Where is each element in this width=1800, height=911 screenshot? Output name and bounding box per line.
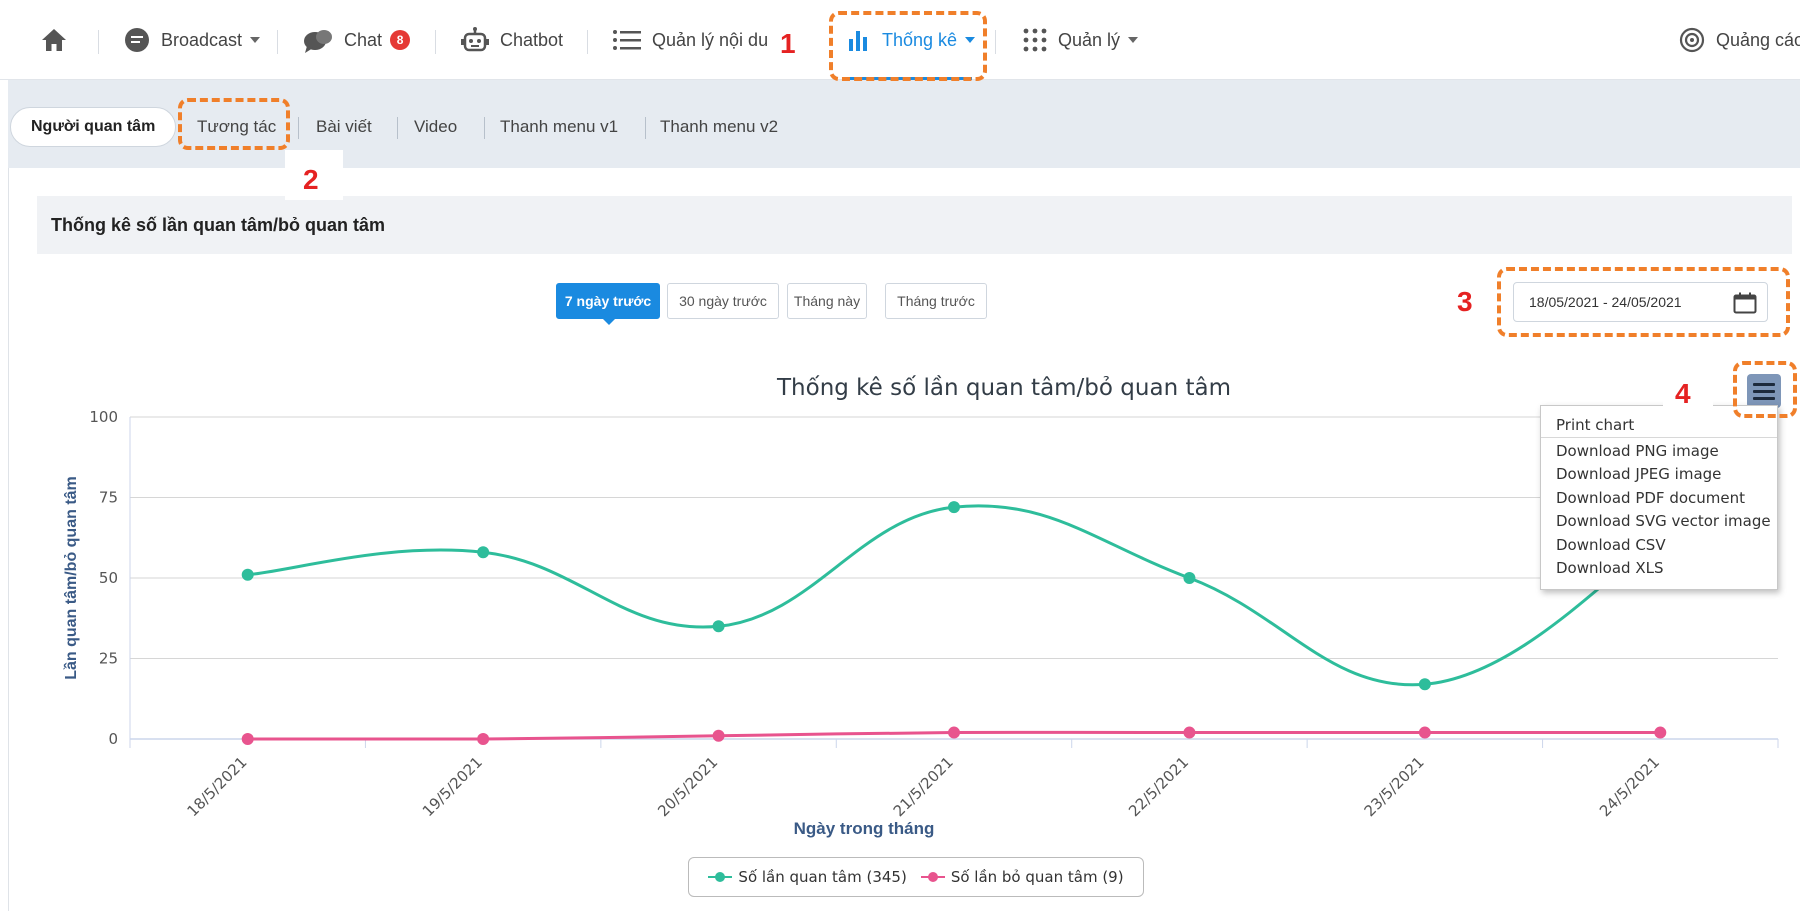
data-point bbox=[1654, 726, 1667, 739]
annotation-box-1 bbox=[829, 11, 987, 81]
data-point bbox=[712, 620, 725, 633]
nav-chatbot[interactable]: Chatbot bbox=[460, 0, 563, 80]
nav-content-management-label: Quản lý nội du bbox=[652, 29, 769, 50]
export-csv[interactable]: Download CSV bbox=[1541, 534, 1777, 558]
annotation-number-2: 2 bbox=[303, 164, 319, 195]
nav-broadcast[interactable]: Broadcast bbox=[123, 0, 261, 80]
export-jpeg[interactable]: Download JPEG image bbox=[1541, 463, 1777, 487]
y-tick-label: 100 bbox=[89, 408, 118, 426]
active-range-pointer bbox=[602, 318, 616, 325]
x-tick-label: 24/5/2021 bbox=[1596, 753, 1663, 820]
chat-icon bbox=[302, 26, 334, 54]
data-point bbox=[1183, 572, 1196, 584]
tab-posts[interactable]: Bài viết bbox=[316, 112, 372, 142]
annotation-box-2 bbox=[178, 98, 290, 150]
y-tick-label: 0 bbox=[108, 730, 118, 748]
legend-label-follow: Số lần quan tâm (345) bbox=[738, 868, 907, 886]
nav-chat-label: Chat bbox=[344, 29, 383, 50]
export-png[interactable]: Download PNG image bbox=[1541, 440, 1777, 464]
list-icon bbox=[612, 29, 642, 51]
tab-menu-v1[interactable]: Thanh menu v1 bbox=[500, 112, 618, 142]
broadcast-icon bbox=[123, 26, 151, 54]
annotation-box-4 bbox=[1733, 361, 1797, 418]
data-point bbox=[712, 729, 725, 742]
robot-icon bbox=[460, 26, 490, 54]
chevron-down-icon bbox=[1128, 37, 1139, 43]
nav-manage[interactable]: Quản lý bbox=[1022, 0, 1139, 80]
annotation-box-3 bbox=[1497, 267, 1790, 337]
annotation-number-3: 3 bbox=[1457, 286, 1473, 317]
y-tick-label: 75 bbox=[99, 489, 118, 507]
range-last-month-button[interactable]: Tháng trước bbox=[885, 283, 987, 319]
data-point bbox=[477, 733, 490, 745]
data-point bbox=[477, 546, 490, 559]
data-point bbox=[948, 726, 960, 739]
data-point bbox=[1183, 726, 1196, 739]
annotation-number-1: 1 bbox=[780, 28, 796, 59]
nav-ads[interactable]: Quảng cáo bbox=[1678, 0, 1800, 80]
tab-followers[interactable]: Người quan tâm bbox=[10, 107, 177, 147]
data-point bbox=[241, 733, 254, 745]
grid-icon bbox=[1022, 27, 1048, 53]
nav-chatbot-label: Chatbot bbox=[500, 29, 564, 50]
nav-ads-label: Quảng cáo bbox=[1716, 29, 1800, 50]
line-chart: Thống kê số lần quan tâm/bỏ quan tâm 0 25 5… bbox=[63, 375, 1779, 838]
range-this-month-button[interactable]: Tháng này bbox=[787, 283, 867, 319]
y-tick-label: 50 bbox=[99, 569, 118, 587]
x-axis-title: Ngày trong tháng bbox=[794, 819, 935, 838]
y-tick-label: 25 bbox=[99, 650, 118, 668]
annotation-number-4: 4 bbox=[1675, 378, 1691, 409]
tab-menu-v2[interactable]: Thanh menu v2 bbox=[660, 112, 778, 142]
nav-chat[interactable]: Chat 8 bbox=[302, 0, 411, 80]
nav-manage-label: Quản lý bbox=[1058, 29, 1121, 50]
x-tick-label: 21/5/2021 bbox=[890, 753, 957, 820]
range-7-days-button[interactable]: 7 ngày trước bbox=[556, 283, 660, 319]
legend-item-unfollow[interactable]: Số lần bỏ quan tâm (9) bbox=[920, 868, 1124, 886]
data-point bbox=[948, 501, 960, 514]
x-tick-label: 23/5/2021 bbox=[1361, 753, 1428, 820]
x-tick-label: 20/5/2021 bbox=[654, 753, 721, 820]
nav-content-management[interactable]: Quản lý nội du bbox=[612, 0, 768, 80]
chart-legend: Số lần quan tâm (345) Số lần bỏ quan tâm… bbox=[688, 857, 1144, 897]
unread-badge: 8 bbox=[390, 30, 411, 50]
series-line-0 bbox=[247, 504, 1662, 687]
data-point bbox=[1418, 678, 1431, 691]
range-30-days-button[interactable]: 30 ngày trước bbox=[667, 283, 779, 319]
tab-video[interactable]: Video bbox=[414, 112, 457, 142]
home-icon[interactable] bbox=[40, 0, 68, 80]
target-icon bbox=[1678, 26, 1706, 54]
nav-broadcast-label: Broadcast bbox=[161, 29, 243, 50]
chart-title: Thống kê số lần quan tâm/bỏ quan tâm bbox=[776, 375, 1231, 401]
data-point bbox=[1418, 726, 1431, 739]
export-xls[interactable]: Download XLS bbox=[1541, 557, 1777, 581]
export-pdf[interactable]: Download PDF document bbox=[1541, 487, 1777, 511]
section-title: Thống kê số lần quan tâm/bỏ quan tâm bbox=[37, 196, 1792, 254]
x-tick-label: 18/5/2021 bbox=[183, 753, 250, 820]
chevron-down-icon bbox=[250, 37, 261, 43]
legend-item-follow[interactable]: Số lần quan tâm (345) bbox=[708, 868, 907, 886]
data-point bbox=[241, 568, 254, 581]
x-tick-label: 22/5/2021 bbox=[1125, 753, 1192, 820]
legend-label-unfollow: Số lần bỏ quan tâm (9) bbox=[950, 868, 1124, 886]
export-svg[interactable]: Download SVG vector image bbox=[1541, 510, 1777, 534]
x-tick-label: 19/5/2021 bbox=[419, 753, 486, 820]
chart-export-menu: Print chart Download PNG image Download … bbox=[1540, 405, 1778, 590]
y-axis-title: Lần quan tâm/bỏ quan tâm bbox=[63, 476, 80, 680]
